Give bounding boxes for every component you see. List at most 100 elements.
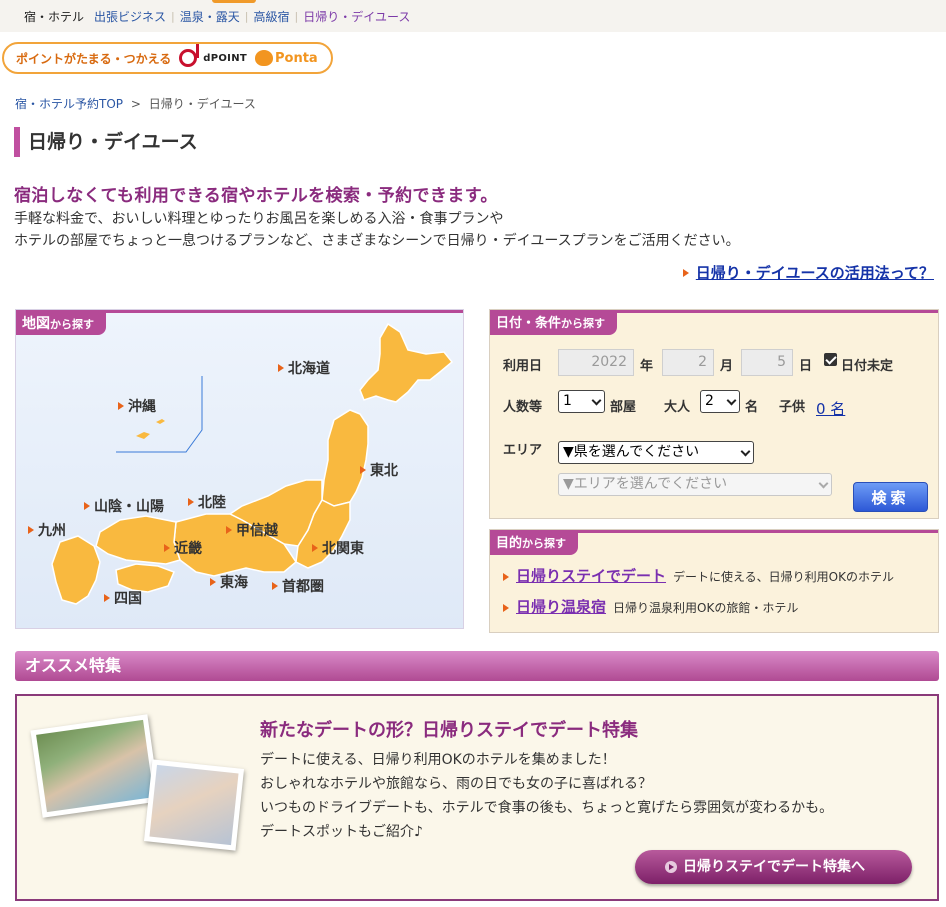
arrow-right-icon xyxy=(503,604,509,612)
prefecture-select[interactable]: ▼県を選んでください xyxy=(558,441,754,464)
feature-photo[interactable] xyxy=(143,759,245,851)
page-title: 日帰り・デイユース xyxy=(14,127,198,157)
arrow-right-icon xyxy=(84,502,90,510)
region-label: 東北 xyxy=(370,463,398,479)
chevron-down-icon xyxy=(818,478,829,489)
hokkaido-shape[interactable] xyxy=(359,322,454,403)
region-label: 沖縄 xyxy=(128,399,156,415)
purpose-item: 日帰り温泉宿 日帰り温泉利用OKの旅館・ホテル xyxy=(503,596,798,617)
region-tokai[interactable]: 東海 xyxy=(210,572,248,592)
featured-header: オススメ特集 xyxy=(15,651,939,681)
play-circle-icon xyxy=(665,861,677,873)
adults-unit: 名 xyxy=(745,400,759,415)
children-link[interactable]: 0 名 xyxy=(816,398,845,419)
nav-separator: | xyxy=(171,10,175,23)
day-unit: 日 xyxy=(799,359,813,374)
featured-button[interactable]: 日帰りステイでデート特集へ xyxy=(635,850,912,884)
tohoku-shape[interactable] xyxy=(321,409,369,507)
feature-photo[interactable] xyxy=(30,714,160,818)
featured-line: いつものドライブデートも、ホテルで食事の後も、ちょっと寛げたら雰囲気が変わるかも… xyxy=(260,800,834,816)
featured-line: デートスポットもご紹介♪ xyxy=(260,824,423,840)
arrow-right-icon xyxy=(278,364,284,372)
arrow-right-icon xyxy=(312,544,318,552)
region-label: 山陰・山陽 xyxy=(94,499,164,515)
region-koshinetsu[interactable]: 甲信越 xyxy=(226,520,278,540)
nav-item-onsen[interactable]: 温泉・露天 xyxy=(180,8,240,25)
date-label: 利用日 xyxy=(503,359,543,374)
featured-text: デートに使える、日帰り利用OKのホテルを集めました！ おしゃれなホテルや旅館なら… xyxy=(260,748,833,844)
breadcrumb: 宿・ホテル予約TOP > 日帰り・デイユース xyxy=(15,95,256,112)
arrow-right-icon xyxy=(188,498,194,506)
featured-line: デートに使える、日帰り利用OKのホテルを集めました！ xyxy=(260,752,616,768)
arrow-right-icon xyxy=(104,594,110,602)
photo-image xyxy=(149,764,239,846)
region-kyushu[interactable]: 九州 xyxy=(28,520,66,540)
date-undecided-label: 日付未定 xyxy=(841,359,894,374)
area-select[interactable]: ▼エリアを選んでください xyxy=(558,473,832,496)
dpoint-logo-icon xyxy=(179,44,200,67)
region-tohoku[interactable]: 東北 xyxy=(360,460,398,480)
breadcrumb-current: 日帰り・デイユース xyxy=(148,97,256,111)
month-input[interactable]: 2 xyxy=(662,349,714,376)
top-nav: 宿・ホテル 出張ビジネス | 温泉・露天 | 高級宿 | 日帰り・デイユース xyxy=(0,0,946,32)
arrow-right-icon xyxy=(272,582,278,590)
region-hokkaido[interactable]: 北海道 xyxy=(278,358,330,378)
arrow-right-icon xyxy=(682,268,689,277)
kyushu-shape[interactable] xyxy=(51,535,101,605)
region-kitakanto[interactable]: 北関東 xyxy=(312,538,364,558)
map-tab: 地図から探す xyxy=(16,313,106,335)
region-label: 首都圏 xyxy=(282,579,324,595)
adults-select[interactable]: 2 xyxy=(700,390,740,413)
arrow-right-icon xyxy=(226,526,232,534)
purpose-desc: デートに使える、日帰り利用OKのホテル xyxy=(673,570,894,584)
map-tab-sub: から探す xyxy=(50,318,94,331)
purpose-link-date[interactable]: 日帰りステイでデート xyxy=(516,565,666,586)
purpose-link-onsen[interactable]: 日帰り温泉宿 xyxy=(516,596,606,617)
children-label: 子供 xyxy=(779,400,806,415)
dpoint-label: dPOINT xyxy=(203,52,247,64)
points-banner[interactable]: ポイントがたまる・つかえる dPOINT Ponta xyxy=(2,42,333,74)
breadcrumb-separator: > xyxy=(130,97,141,111)
chevron-down-icon xyxy=(740,446,751,457)
featured-line: おしゃれなホテルや旅館なら、雨の日でも女の子に喜ばれる？ xyxy=(260,776,652,792)
nav-item-business[interactable]: 出張ビジネス xyxy=(94,8,166,25)
day-input[interactable]: 5 xyxy=(741,349,793,376)
nav-item-hotel[interactable]: 宿・ホテル xyxy=(24,8,84,25)
adults-value: 2 xyxy=(705,393,714,409)
breadcrumb-home-link[interactable]: 宿・ホテル予約TOP xyxy=(15,97,123,111)
okinawa-shape[interactable] xyxy=(136,419,165,439)
arrow-right-icon xyxy=(164,544,170,552)
nav-item-luxury[interactable]: 高級宿 xyxy=(253,8,289,25)
purpose-item: 日帰りステイでデート デートに使える、日帰り利用OKのホテル xyxy=(503,565,894,586)
howto-link[interactable]: 日帰り・デイユースの活用法って？ xyxy=(696,262,934,283)
year-unit: 年 xyxy=(640,359,654,374)
region-shutoken[interactable]: 首都圏 xyxy=(272,576,324,596)
region-label: 東海 xyxy=(220,575,248,591)
arrow-right-icon xyxy=(118,402,124,410)
region-sanin-sanyo[interactable]: 山陰・山陽 xyxy=(84,496,164,516)
area-value: ▼エリアを選んでください xyxy=(563,476,728,492)
search-button[interactable]: 検索 xyxy=(853,482,928,512)
month-unit: 月 xyxy=(720,359,734,374)
rooms-select[interactable]: 1 xyxy=(558,390,605,413)
region-label: 北関東 xyxy=(322,541,364,557)
nav-separator: | xyxy=(244,10,249,23)
search-tab-sub: から探す xyxy=(561,317,606,330)
date-undecided-checkbox[interactable] xyxy=(824,353,837,366)
nav-item-dayuse[interactable]: 日帰り・デイユース xyxy=(303,8,410,25)
featured-title[interactable]: 新たなデートの形？日帰りステイでデート特集 xyxy=(260,716,638,742)
lead-text: 宿泊しなくても利用できる宿やホテルを検索・予約できます。 xyxy=(14,186,498,206)
region-kinki[interactable]: 近畿 xyxy=(164,538,202,558)
region-okinawa[interactable]: 沖縄 xyxy=(118,396,156,416)
rooms-value: 1 xyxy=(563,393,572,409)
photo-image xyxy=(36,719,154,813)
description-line: 手軽な料金で、おいしい料理とゆったりお風呂を楽しめる入浴・食事プランや xyxy=(14,211,504,227)
purpose-tab-main: 目的 xyxy=(496,536,523,551)
area-label: エリア xyxy=(503,443,543,458)
prefecture-value: ▼県を選んでください xyxy=(563,444,700,460)
year-input[interactable]: 2022 xyxy=(558,349,634,376)
arrow-right-icon xyxy=(503,573,509,581)
region-hokuriku[interactable]: 北陸 xyxy=(188,492,226,512)
region-shikoku[interactable]: 四国 xyxy=(104,588,142,608)
region-label: 甲信越 xyxy=(236,523,278,539)
